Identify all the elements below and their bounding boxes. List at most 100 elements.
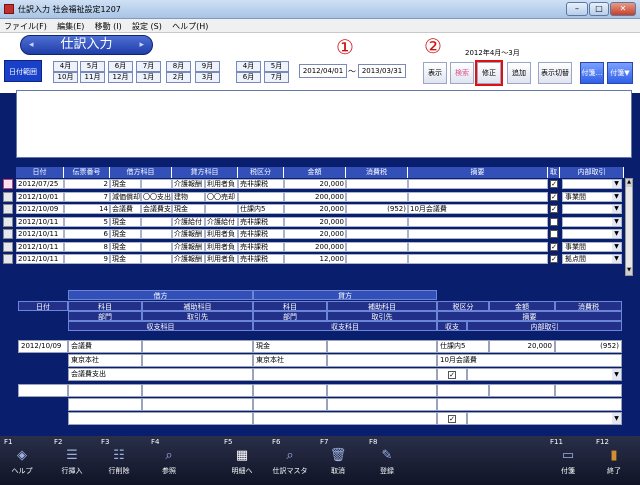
month-button[interactable]: 11月 bbox=[80, 72, 105, 83]
credit-sub-field[interactable] bbox=[327, 340, 437, 353]
modify-button[interactable]: 修正 bbox=[475, 60, 503, 86]
cell-date[interactable]: 2012/07/25 bbox=[16, 179, 64, 189]
f1-help-button[interactable]: F1 ◈ ヘルプ bbox=[2, 438, 42, 476]
internal-dropdown[interactable]: ▼ bbox=[562, 204, 622, 214]
month-button[interactable]: 4月 bbox=[53, 61, 78, 72]
month-button[interactable]: 5月 bbox=[80, 61, 105, 72]
date-from-input[interactable]: 2012/04/01 bbox=[299, 64, 347, 78]
debit-dept-field-2[interactable] bbox=[68, 398, 142, 411]
credit-dept-field[interactable]: 東京本社 bbox=[253, 354, 327, 367]
mode-selector[interactable]: ◂ 仕訳入力 ▸ bbox=[20, 35, 153, 55]
debit-payitem-field[interactable]: 会議費支出 bbox=[68, 368, 253, 381]
cell-c1[interactable]: 介護報酬 bbox=[172, 241, 205, 252]
add-button[interactable]: 追加 bbox=[507, 62, 531, 84]
cell-memo[interactable] bbox=[408, 241, 548, 252]
internal-dropdown[interactable]: ▼ bbox=[562, 179, 622, 189]
row-marker-icon[interactable] bbox=[3, 229, 13, 239]
month-button[interactable]: 2月 bbox=[166, 72, 191, 83]
internal-dropdown[interactable]: 事業間 ▼ bbox=[562, 241, 622, 252]
detail-date-field[interactable]: 2012/10/09 bbox=[18, 340, 68, 353]
cell-c1[interactable]: 介護報酬 bbox=[172, 254, 205, 264]
io-field[interactable]: ✓ bbox=[437, 368, 467, 381]
debit-subject-field-2[interactable] bbox=[68, 384, 142, 397]
cell-amt[interactable]: 200,000 bbox=[284, 241, 346, 252]
row-checkbox[interactable] bbox=[550, 217, 558, 226]
credit-payitem-field[interactable] bbox=[253, 368, 437, 381]
cell-amt[interactable]: 12,000 bbox=[284, 254, 346, 264]
cell-c2[interactable] bbox=[205, 204, 238, 214]
month-button[interactable]: 12月 bbox=[108, 72, 133, 83]
tax-class-field[interactable]: 仕課内5 bbox=[437, 340, 489, 353]
row-marker-icon[interactable] bbox=[3, 254, 13, 264]
maximize-button[interactable]: □ bbox=[589, 2, 609, 16]
cell-ctax[interactable] bbox=[346, 216, 408, 227]
month-button[interactable]: 9月 bbox=[195, 61, 220, 72]
f2-insert-row-button[interactable]: F2 ☰ 行挿入 bbox=[52, 438, 92, 476]
cell-date[interactable]: 2012/10/11 bbox=[16, 241, 64, 252]
cell-tax[interactable]: 売非課税 bbox=[238, 179, 284, 189]
cell-amt[interactable]: 200,000 bbox=[284, 191, 346, 202]
io-field-2[interactable]: ✓ bbox=[437, 412, 467, 425]
cell-c1[interactable]: 介護給付 bbox=[172, 216, 205, 227]
cell-date[interactable]: 2012/10/11 bbox=[16, 216, 64, 227]
cell-d1[interactable]: 減価償却 bbox=[110, 191, 141, 202]
display-toggle-button[interactable]: 表示切替 bbox=[538, 62, 572, 84]
cell-d2[interactable] bbox=[141, 179, 172, 189]
menu-edit[interactable]: 編集(E) bbox=[53, 19, 88, 32]
cell-tax[interactable]: 売非課税 bbox=[238, 229, 284, 239]
table-row[interactable]: 2012/10/11 9 現金 介護報酬 利用者負 売非課税 12,000 ✓ 拠点間 ▼ bbox=[3, 254, 624, 264]
month-button[interactable]: 10月 bbox=[53, 72, 78, 83]
cell-ctax[interactable] bbox=[346, 179, 408, 189]
row-checkbox[interactable]: ✓ bbox=[550, 242, 558, 251]
row-marker-icon[interactable] bbox=[3, 216, 13, 227]
cell-ctax[interactable] bbox=[346, 241, 408, 252]
amount-field[interactable]: 20,000 bbox=[489, 340, 555, 353]
debit-partner-field[interactable] bbox=[142, 354, 253, 367]
internal-field-2[interactable]: ▼ bbox=[467, 412, 622, 425]
table-row[interactable]: 2012/10/01 7 減価償却 〇〇支出 建物 〇〇売却 200,000 ✓ 事業間 ▼ bbox=[3, 191, 624, 202]
display-button[interactable]: 表示 bbox=[423, 62, 447, 84]
cell-no[interactable]: 7 bbox=[64, 191, 110, 202]
search-button[interactable]: 検索 bbox=[450, 62, 474, 84]
row-marker-icon[interactable] bbox=[3, 241, 13, 252]
cell-d1[interactable]: 現金 bbox=[110, 254, 141, 264]
fusen-off-button[interactable]: 付箋… bbox=[580, 62, 604, 84]
cell-ctax[interactable] bbox=[346, 191, 408, 202]
chevron-down-icon[interactable]: ▼ bbox=[612, 413, 621, 424]
cell-amt[interactable]: 20,000 bbox=[284, 229, 346, 239]
cell-d2[interactable] bbox=[141, 229, 172, 239]
internal-field[interactable]: ▼ bbox=[467, 368, 622, 381]
summary-field[interactable]: 10月会議費 bbox=[437, 354, 622, 367]
row-checkbox[interactable] bbox=[550, 230, 558, 238]
minimize-button[interactable]: – bbox=[566, 2, 588, 16]
io-checkbox[interactable]: ✓ bbox=[448, 371, 456, 379]
month-button[interactable]: 7月 bbox=[264, 72, 289, 83]
cell-amt[interactable]: 20,000 bbox=[284, 216, 346, 227]
cell-date[interactable]: 2012/10/11 bbox=[16, 229, 64, 239]
cell-c1[interactable]: 現金 bbox=[172, 204, 205, 214]
debit-partner-field-2[interactable] bbox=[142, 398, 253, 411]
cell-d1[interactable]: 現金 bbox=[110, 241, 141, 252]
menu-settings[interactable]: 設定 (S) bbox=[128, 19, 166, 32]
table-row[interactable]: 2012/10/09 14 会議費 会議費支 現金 仕課内5 20,000 (952) 10月会… bbox=[3, 204, 624, 214]
row-marker-icon[interactable] bbox=[3, 204, 13, 214]
cell-date[interactable]: 2012/10/11 bbox=[16, 254, 64, 264]
chevron-down-icon[interactable]: ▼ bbox=[612, 255, 621, 263]
date-range-button[interactable]: 日付範囲 bbox=[4, 60, 42, 82]
summary-field-2[interactable] bbox=[437, 398, 622, 411]
debit-sub-field-2[interactable] bbox=[142, 384, 253, 397]
cell-no[interactable]: 9 bbox=[64, 254, 110, 264]
cell-date[interactable]: 2012/10/01 bbox=[16, 191, 64, 202]
month-button[interactable]: 3月 bbox=[195, 72, 220, 83]
f7-cancel-button[interactable]: F7 🗑 取消 bbox=[318, 438, 358, 476]
scroll-up-icon[interactable]: ▲ bbox=[626, 179, 632, 187]
cell-c2[interactable]: 利用者負 bbox=[205, 179, 238, 189]
table-row[interactable]: 2012/10/11 8 現金 介護報酬 利用者負 売非課税 200,000 ✓ 事業間 ▼ bbox=[3, 241, 624, 252]
chevron-down-icon[interactable]: ▼ bbox=[612, 242, 621, 251]
table-row[interactable]: 2012/07/25 2 現金 介護報酬 利用者負 売非課税 20,000 ✓ ▼ bbox=[3, 179, 624, 189]
debit-subject-field[interactable]: 会議費 bbox=[68, 340, 142, 353]
cell-c2[interactable]: 利用者負 bbox=[205, 254, 238, 264]
consumption-tax-field-2[interactable] bbox=[555, 384, 622, 397]
date-to-input[interactable]: 2013/03/31 bbox=[358, 64, 406, 78]
cell-c1[interactable]: 介護報酬 bbox=[172, 229, 205, 239]
